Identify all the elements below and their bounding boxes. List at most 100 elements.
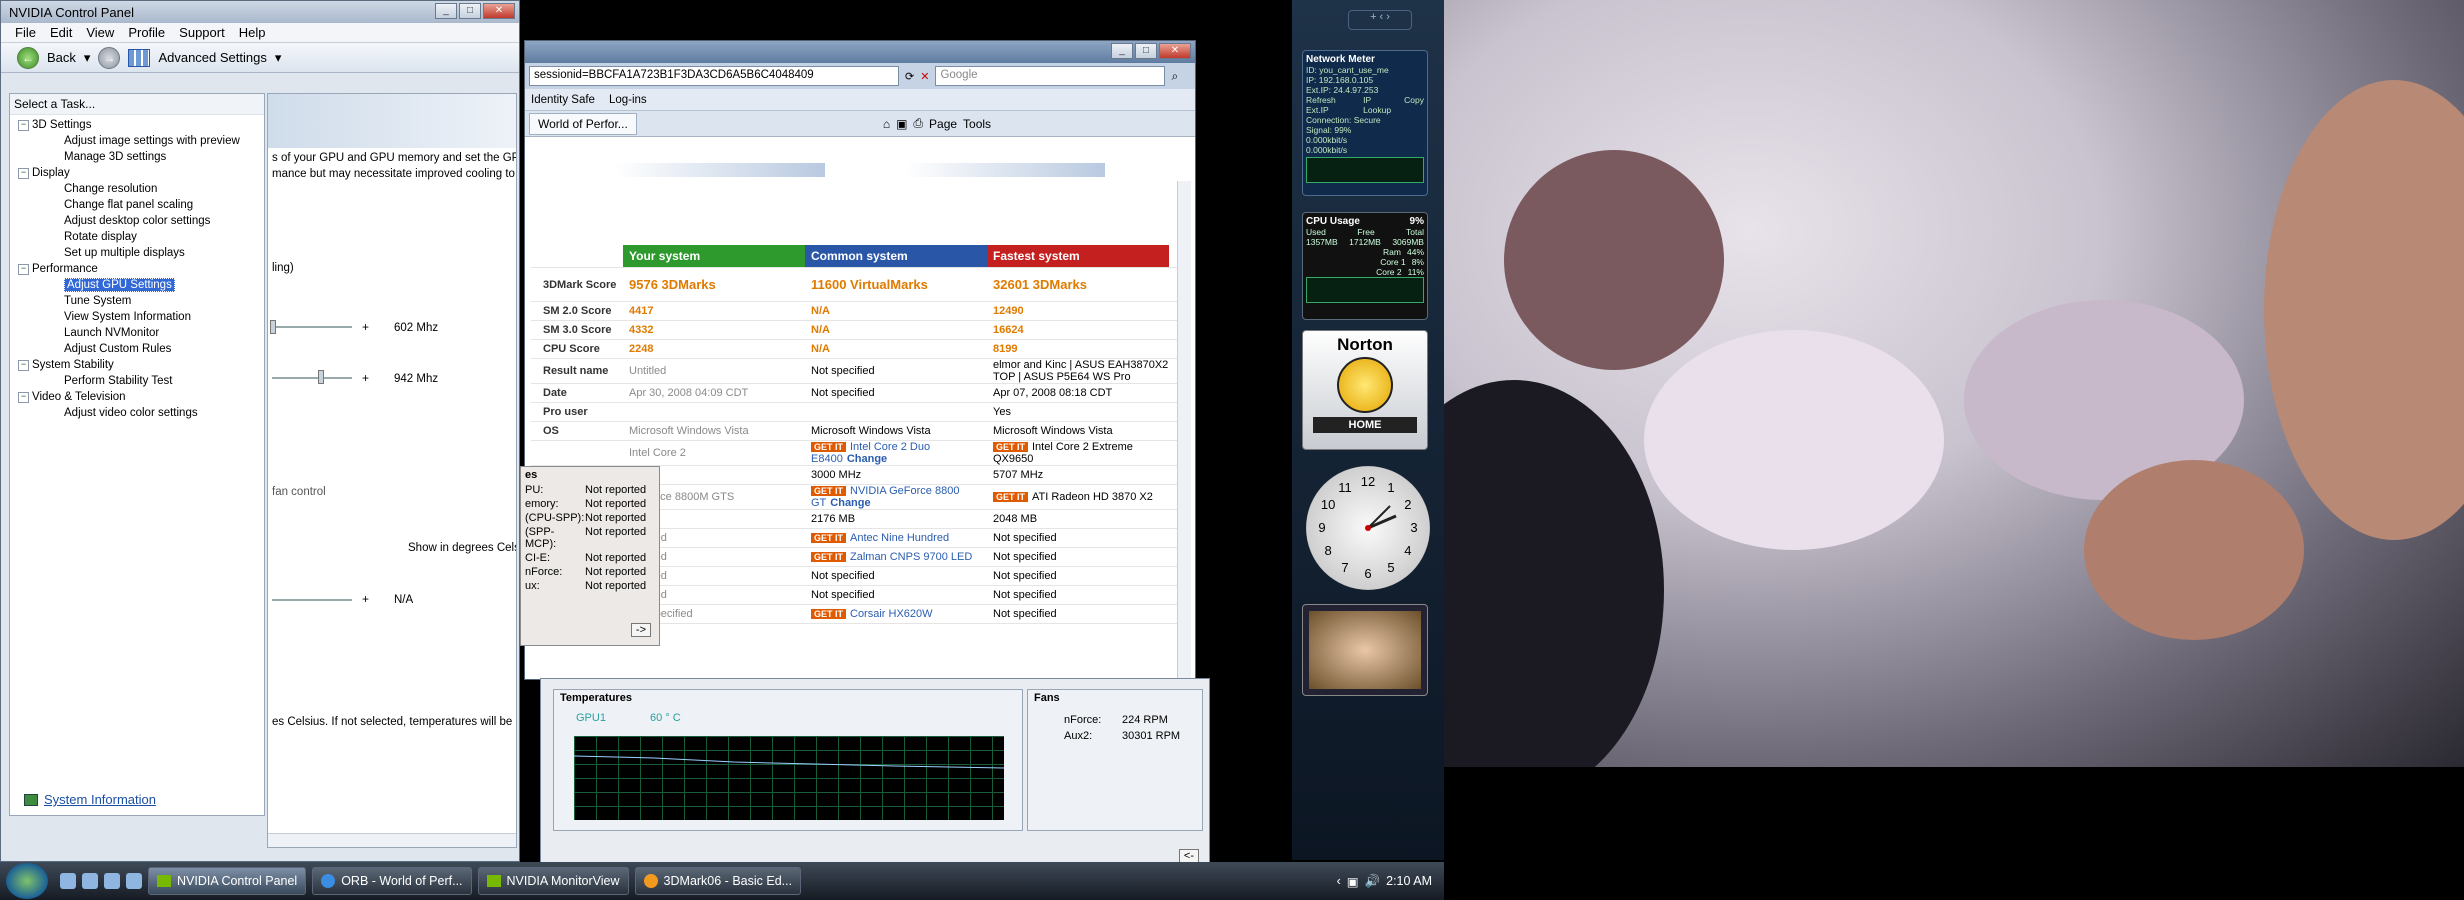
- start-button[interactable]: [6, 863, 48, 899]
- quick-launch-desktop-icon[interactable]: [82, 873, 98, 889]
- system-information-link[interactable]: System Information: [24, 792, 156, 807]
- feeds-icon[interactable]: ▣: [896, 117, 907, 131]
- norton-home-button[interactable]: HOME: [1313, 417, 1417, 433]
- tree-item[interactable]: Adjust GPU Settings: [18, 277, 264, 293]
- tree-item[interactable]: Rotate display: [18, 229, 264, 245]
- menu-help[interactable]: Help: [239, 25, 266, 40]
- clock-time[interactable]: 2:10 AM: [1386, 874, 1432, 888]
- slider3-plus-icon[interactable]: +: [362, 592, 369, 606]
- get-it-button[interactable]: GET IT: [811, 486, 846, 496]
- browser-window-controls: _ □ ✕: [1111, 43, 1191, 59]
- get-it-button[interactable]: GET IT: [811, 552, 846, 562]
- tree-item[interactable]: View System Information: [18, 309, 264, 325]
- taskbar-nvidia-control-panel[interactable]: NVIDIA Control Panel: [148, 867, 307, 895]
- change-link[interactable]: Change: [830, 497, 870, 509]
- search-icon[interactable]: ⌕: [1171, 69, 1178, 84]
- tree-item[interactable]: Tune System: [18, 293, 264, 309]
- menu-file[interactable]: File: [15, 25, 36, 40]
- tray-expand-icon[interactable]: ‹: [1337, 874, 1341, 888]
- tab-world-of-performance[interactable]: World of Perfor...: [529, 112, 637, 135]
- refresh-ext-ip-link[interactable]: Refresh Ext.IP: [1306, 95, 1359, 115]
- slider1-plus-icon[interactable]: +: [362, 320, 369, 334]
- back-dropdown-icon[interactable]: ▾: [84, 50, 91, 66]
- maximize-button[interactable]: □: [459, 3, 481, 19]
- stop-icon[interactable]: ✕: [920, 70, 929, 83]
- slideshow-gadget[interactable]: [1302, 604, 1428, 696]
- get-it-button[interactable]: GET IT: [993, 442, 1028, 452]
- copy-link[interactable]: Copy: [1404, 95, 1424, 115]
- orb-cell-text: N/A: [811, 324, 830, 336]
- browser-close-button[interactable]: ✕: [1159, 43, 1191, 59]
- tree-category[interactable]: Display: [18, 165, 264, 181]
- browser-vertical-scrollbar[interactable]: [1177, 181, 1191, 679]
- tree-item[interactable]: Manage 3D settings: [18, 149, 264, 165]
- browser-maximize-button[interactable]: □: [1135, 43, 1157, 59]
- tree-item[interactable]: Adjust video color settings: [18, 405, 264, 421]
- close-button[interactable]: ✕: [483, 3, 515, 19]
- advanced-dropdown-icon[interactable]: ▾: [275, 50, 282, 66]
- get-it-button[interactable]: GET IT: [993, 492, 1028, 502]
- slider2-track[interactable]: [272, 377, 352, 379]
- search-input[interactable]: Google: [935, 66, 1166, 86]
- ip-lookup-link[interactable]: IP Lookup: [1363, 95, 1400, 115]
- print-icon[interactable]: ⎙: [913, 116, 923, 131]
- tools-menu[interactable]: Tools: [963, 117, 991, 131]
- quick-launch-ie-icon[interactable]: [60, 873, 76, 889]
- monitor-back-button[interactable]: <-: [1178, 849, 1199, 863]
- advanced-settings-button[interactable]: Advanced Settings: [158, 50, 266, 65]
- tree-category[interactable]: System Stability: [18, 357, 264, 373]
- tree-item[interactable]: Launch NVMonitor: [18, 325, 264, 341]
- tree-item[interactable]: Perform Stability Test: [18, 373, 264, 389]
- tree-category[interactable]: Performance: [18, 261, 264, 277]
- address-input[interactable]: sessionid=BBCFA1A723B1F3DA3CD6A5B6C40484…: [529, 66, 899, 86]
- popup-next-button[interactable]: ->: [630, 623, 651, 637]
- degrees-checkbox-label[interactable]: Show in degrees Celsiu: [408, 542, 516, 554]
- tree-item[interactable]: Adjust image settings with preview: [18, 133, 264, 149]
- tree-category[interactable]: Video & Television: [18, 389, 264, 405]
- slider1-thumb[interactable]: [270, 320, 276, 334]
- menu-view[interactable]: View: [86, 25, 114, 40]
- get-it-button[interactable]: GET IT: [811, 533, 846, 543]
- menu-edit[interactable]: Edit: [50, 25, 72, 40]
- horizontal-scrollbar[interactable]: [268, 833, 516, 847]
- tree-category[interactable]: 3D Settings: [18, 117, 264, 133]
- tray-network-icon[interactable]: ▣: [1347, 874, 1359, 889]
- change-link[interactable]: Change: [847, 453, 887, 465]
- taskbar-orb[interactable]: ORB - World of Perf...: [312, 867, 472, 895]
- get-it-button[interactable]: GET IT: [811, 442, 846, 452]
- back-button[interactable]: Back: [47, 50, 76, 65]
- tray-volume-icon[interactable]: 🔊: [1365, 874, 1381, 889]
- quick-launch-media-icon[interactable]: [126, 873, 142, 889]
- taskbar-3dmark06[interactable]: 3DMark06 - Basic Ed...: [634, 867, 802, 895]
- forward-arrow-icon[interactable]: →: [98, 46, 121, 69]
- taskbar-monitorview[interactable]: NVIDIA MonitorView: [477, 867, 629, 895]
- tree-item[interactable]: Set up multiple displays: [18, 245, 264, 261]
- slider3-track[interactable]: [272, 599, 352, 601]
- home-icon[interactable]: ⌂: [883, 117, 890, 131]
- refresh-icon[interactable]: ⟳: [905, 70, 914, 83]
- nvidia-titlebar[interactable]: NVIDIA Control Panel _ □ ✕: [1, 1, 519, 23]
- quick-launch-switch-icon[interactable]: [104, 873, 120, 889]
- tree-item[interactable]: Adjust desktop color settings: [18, 213, 264, 229]
- get-it-button[interactable]: GET IT: [811, 609, 846, 619]
- photo-adult-face: [2264, 80, 2464, 540]
- slider1-track[interactable]: [272, 326, 352, 328]
- tree-item[interactable]: Adjust Custom Rules: [18, 341, 264, 357]
- page-menu[interactable]: Page: [929, 117, 957, 131]
- menu-profile[interactable]: Profile: [128, 25, 165, 40]
- menu-support[interactable]: Support: [179, 25, 225, 40]
- slider2-plus-icon[interactable]: +: [362, 371, 369, 385]
- orb-cell-fast: 16624: [987, 324, 1169, 336]
- back-arrow-icon[interactable]: ←: [17, 46, 39, 69]
- minimize-button[interactable]: _: [435, 3, 457, 19]
- browser-minimize-button[interactable]: _: [1111, 43, 1133, 59]
- tree-item[interactable]: Change resolution: [18, 181, 264, 197]
- identity-safe-button[interactable]: Identity Safe: [531, 94, 595, 106]
- slider2-thumb[interactable]: [318, 370, 324, 384]
- popup-row-key: emory:: [525, 498, 559, 510]
- popup-rows: PU: Not reported emory: Not reported (CPU-SP…: [521, 483, 659, 593]
- logins-button[interactable]: Log-ins: [609, 94, 647, 106]
- browser-titlebar[interactable]: _ □ ✕: [525, 41, 1195, 63]
- sidebar-controls[interactable]: + ‹ ›: [1348, 10, 1412, 30]
- tree-item[interactable]: Change flat panel scaling: [18, 197, 264, 213]
